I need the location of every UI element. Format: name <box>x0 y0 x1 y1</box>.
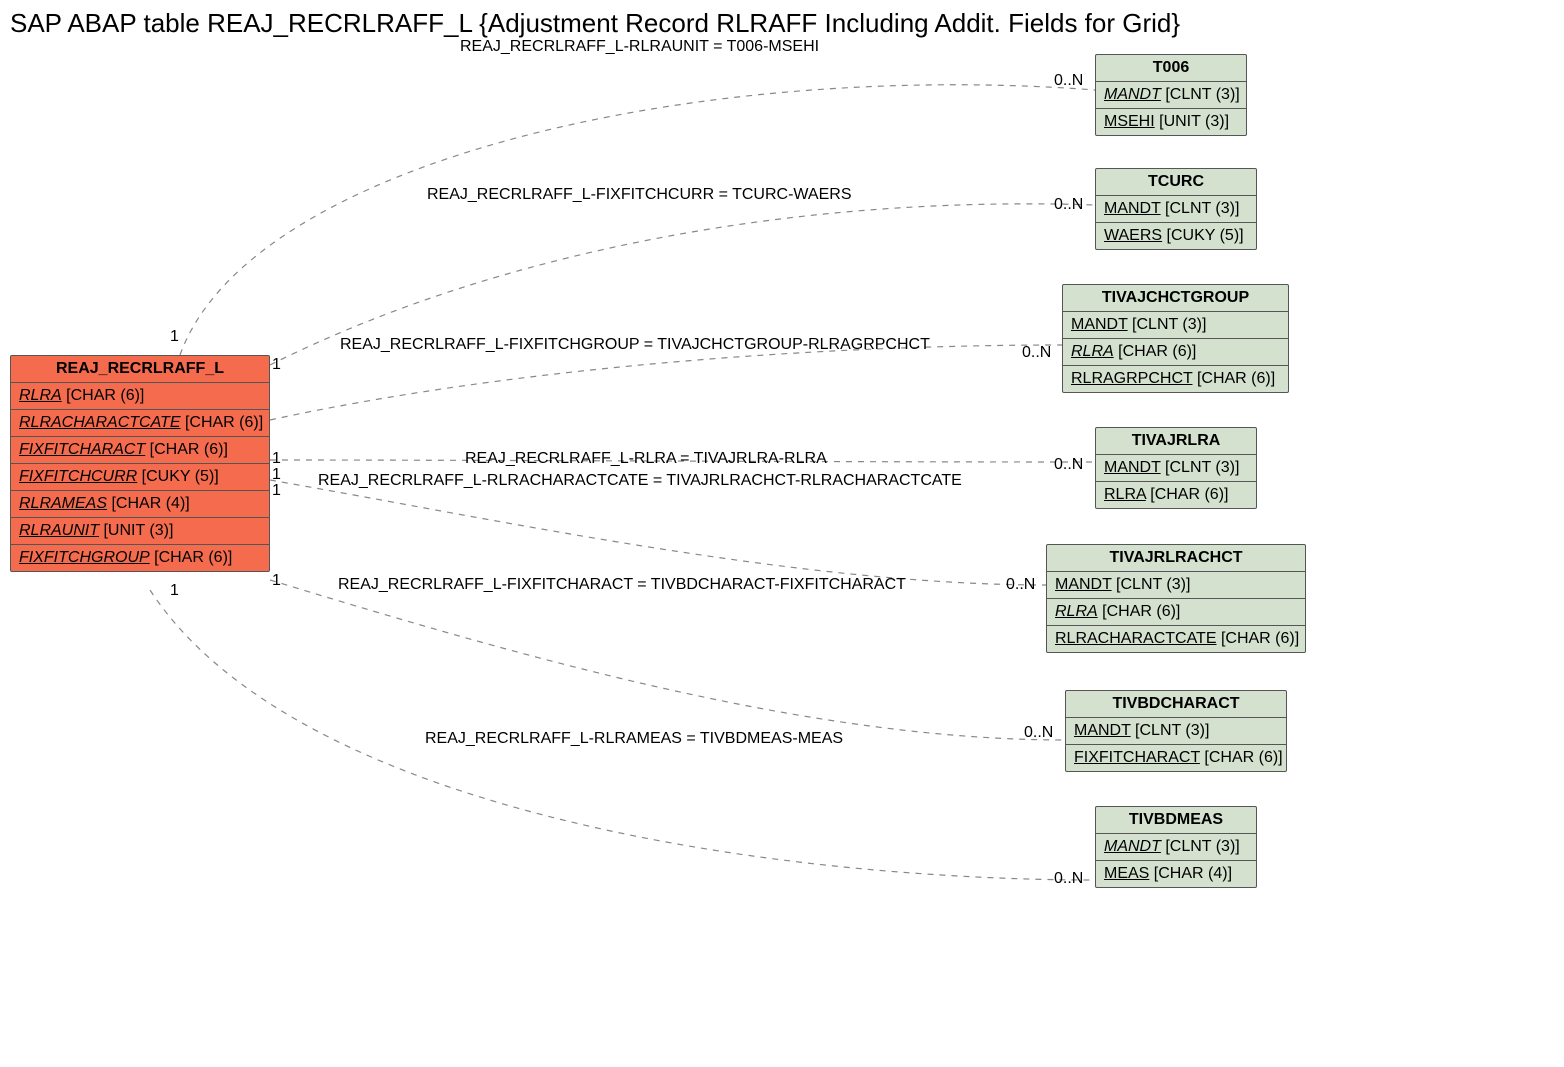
page-title: SAP ABAP table REAJ_RECRLRAFF_L {Adjustm… <box>10 8 1180 39</box>
edge-label: REAJ_RECRLRAFF_L-RLRAMEAS = TIVBDMEAS-ME… <box>425 730 843 748</box>
edge-label: REAJ_RECRLRAFF_L-RLRAUNIT = T006-MSEHI <box>460 38 819 56</box>
entity-field: MANDT [CLNT (3)] <box>1047 572 1305 599</box>
entity-field: RLRACHARACTCATE [CHAR (6)] <box>1047 626 1305 652</box>
cardinality-right: 0..N <box>1054 456 1083 474</box>
entity-field: MANDT [CLNT (3)] <box>1096 455 1256 482</box>
entity-header: T006 <box>1096 55 1246 82</box>
edge-label: REAJ_RECRLRAFF_L-FIXFITCHARACT = TIVBDCH… <box>338 576 906 594</box>
entity-header: TCURC <box>1096 169 1256 196</box>
entity-field: RLRA [CHAR (6)] <box>1047 599 1305 626</box>
entity-header: TIVAJRLRACHCT <box>1047 545 1305 572</box>
entity-field: RLRAGRPCHCT [CHAR (6)] <box>1063 366 1288 392</box>
cardinality-left: 1 <box>170 582 179 600</box>
entity-main: REAJ_RECRLRAFF_L RLRA [CHAR (6)] RLRACHA… <box>10 355 270 572</box>
cardinality-left: 1 <box>170 328 179 346</box>
entity-field: FIXFITCHARACT [CHAR (6)] <box>1066 745 1286 771</box>
cardinality-right: 0..N <box>1054 72 1083 90</box>
cardinality-right: 0..N <box>1006 576 1035 594</box>
entity-field: MANDT [CLNT (3)] <box>1096 834 1256 861</box>
entity-field: FIXFITCHCURR [CUKY (5)] <box>11 464 269 491</box>
cardinality-left: 1 <box>272 482 281 500</box>
edge-label: REAJ_RECRLRAFF_L-RLRA = TIVAJRLRA-RLRA <box>465 450 827 468</box>
diagram-canvas: SAP ABAP table REAJ_RECRLRAFF_L {Adjustm… <box>0 0 1564 1067</box>
entity-tivbdcharact: TIVBDCHARACT MANDT [CLNT (3)] FIXFITCHAR… <box>1065 690 1287 772</box>
entity-field: MANDT [CLNT (3)] <box>1066 718 1286 745</box>
entity-tivajrlra: TIVAJRLRA MANDT [CLNT (3)] RLRA [CHAR (6… <box>1095 427 1257 509</box>
entity-field: RLRA [CHAR (6)] <box>1096 482 1256 508</box>
entity-header: TIVBDCHARACT <box>1066 691 1286 718</box>
entity-field: RLRAUNIT [UNIT (3)] <box>11 518 269 545</box>
edge-label: REAJ_RECRLRAFF_L-FIXFITCHGROUP = TIVAJCH… <box>340 336 930 354</box>
entity-field: FIXFITCHARACT [CHAR (6)] <box>11 437 269 464</box>
entity-t006: T006 MANDT [CLNT (3)] MSEHI [UNIT (3)] <box>1095 54 1247 136</box>
entity-tivajrlrachct: TIVAJRLRACHCT MANDT [CLNT (3)] RLRA [CHA… <box>1046 544 1306 653</box>
cardinality-right: 0..N <box>1054 870 1083 888</box>
edge-label: REAJ_RECRLRAFF_L-FIXFITCHCURR = TCURC-WA… <box>427 186 851 204</box>
entity-field: FIXFITCHGROUP [CHAR (6)] <box>11 545 269 571</box>
entity-main-header: REAJ_RECRLRAFF_L <box>11 356 269 383</box>
entity-tcurc: TCURC MANDT [CLNT (3)] WAERS [CUKY (5)] <box>1095 168 1257 250</box>
cardinality-right: 0..N <box>1054 196 1083 214</box>
entity-tivajchctgroup: TIVAJCHCTGROUP MANDT [CLNT (3)] RLRA [CH… <box>1062 284 1289 393</box>
entity-field: RLRACHARACTCATE [CHAR (6)] <box>11 410 269 437</box>
edge-label: REAJ_RECRLRAFF_L-RLRACHARACTCATE = TIVAJ… <box>318 472 962 490</box>
entity-tivbdmeas: TIVBDMEAS MANDT [CLNT (3)] MEAS [CHAR (4… <box>1095 806 1257 888</box>
entity-field: MANDT [CLNT (3)] <box>1096 82 1246 109</box>
cardinality-right: 0..N <box>1024 724 1053 742</box>
entity-header: TIVAJCHCTGROUP <box>1063 285 1288 312</box>
entity-field: MEAS [CHAR (4)] <box>1096 861 1256 887</box>
entity-header: TIVAJRLRA <box>1096 428 1256 455</box>
entity-field: RLRAMEAS [CHAR (4)] <box>11 491 269 518</box>
entity-field: MANDT [CLNT (3)] <box>1096 196 1256 223</box>
entity-field: RLRA [CHAR (6)] <box>1063 339 1288 366</box>
entity-header: TIVBDMEAS <box>1096 807 1256 834</box>
entity-field: MANDT [CLNT (3)] <box>1063 312 1288 339</box>
entity-field: MSEHI [UNIT (3)] <box>1096 109 1246 135</box>
cardinality-right: 0..N <box>1022 344 1051 362</box>
entity-field: RLRA [CHAR (6)] <box>11 383 269 410</box>
cardinality-left: 1 <box>272 356 281 374</box>
entity-field: WAERS [CUKY (5)] <box>1096 223 1256 249</box>
cardinality-left: 1 <box>272 572 281 590</box>
